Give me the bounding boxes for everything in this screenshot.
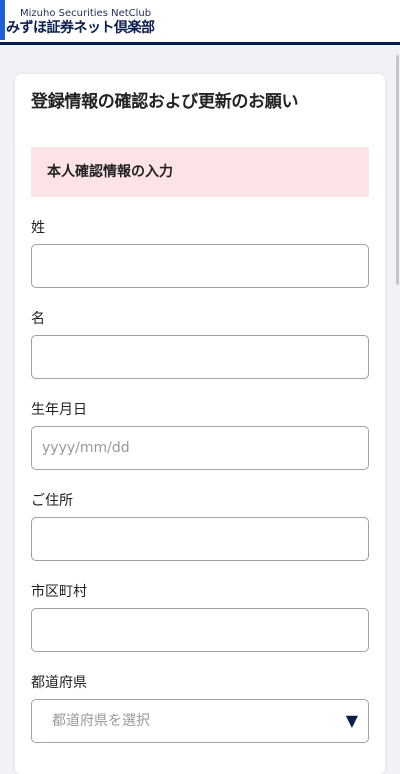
birthdate-input[interactable] <box>31 426 369 470</box>
logo-subtitle: Mizuho Securities NetClub <box>20 8 152 19</box>
section-banner: 本人確認情報の入力 <box>31 147 369 197</box>
prefecture-select-value: 都道府県を選択 <box>52 713 150 729</box>
city-label: 市区町村 <box>31 584 87 600</box>
section-title: 本人確認情報の入力 <box>47 164 173 180</box>
city-input[interactable] <box>31 608 369 652</box>
last-name-input[interactable] <box>31 244 369 288</box>
form-card: 登録情報の確認および更新のお願い 本人確認情報の入力 姓 名 生年月日 ご住所 … <box>15 74 385 774</box>
page-scrollbar[interactable] <box>395 50 400 750</box>
last-name-label: 姓 <box>31 220 45 236</box>
site-header: Mizuho Securities NetClub みずほ証券ネット倶楽部 <box>0 0 400 45</box>
first-name-label: 名 <box>31 311 45 327</box>
first-name-input[interactable] <box>31 335 369 379</box>
birthdate-label: 生年月日 <box>31 402 87 418</box>
logo-title[interactable]: みずほ証券ネット倶楽部 <box>6 20 155 36</box>
prefecture-select[interactable]: 都道府県を選択 ▼ <box>31 699 369 743</box>
page-title: 登録情報の確認および更新のお願い <box>31 92 299 112</box>
header-accent-bar <box>0 0 5 40</box>
prefecture-label: 都道府県 <box>31 675 87 691</box>
scrollbar-thumb[interactable] <box>396 55 399 285</box>
address-input[interactable] <box>31 517 369 561</box>
address-label: ご住所 <box>31 493 73 509</box>
triangle-down-icon: ▼ <box>345 711 358 730</box>
